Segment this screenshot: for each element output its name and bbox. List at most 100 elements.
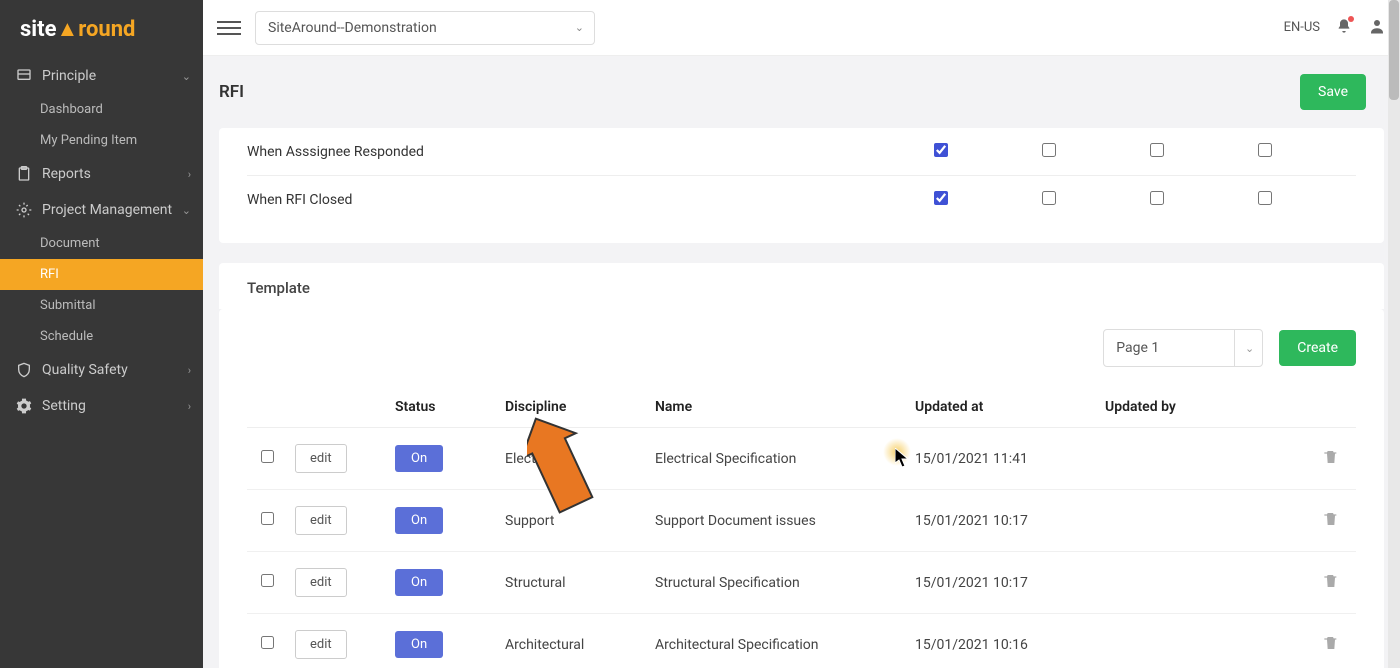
chevron-down-icon: ⌄: [182, 70, 191, 83]
cell-updated-by: [1097, 614, 1306, 668]
cell-updated-by: [1097, 428, 1306, 490]
template-card: Page 1 ⌄ Create Status Discipline Name U…: [219, 309, 1384, 668]
notif-cb-4[interactable]: [1258, 143, 1272, 157]
edit-button[interactable]: edit: [295, 568, 347, 597]
chevron-right-icon: ›: [188, 400, 191, 413]
edit-button[interactable]: edit: [295, 630, 347, 659]
content: When Asssignee Responded When RFI Closed…: [203, 128, 1400, 668]
notification-bell-icon[interactable]: [1336, 18, 1352, 38]
sidebar-item-reports[interactable]: Reports ›: [0, 156, 203, 192]
project-selector[interactable]: SiteAround--Demonstration ⌄: [255, 11, 595, 45]
notif-label: When Asssignee Responded: [247, 144, 887, 160]
page-label: Page 1: [1116, 340, 1159, 356]
notif-cb-1[interactable]: [934, 191, 948, 205]
table-row: editOnStructuralStructural Specification…: [247, 552, 1356, 614]
label: Quality Safety: [42, 362, 128, 378]
delete-button[interactable]: [1306, 552, 1356, 614]
notif-row-rfi-closed: When RFI Closed: [247, 176, 1356, 223]
status-badge: On: [395, 445, 443, 472]
sidebar-item-setting[interactable]: Setting ›: [0, 388, 203, 424]
table-row: edit On ArchitecturalArchitectural Specifi…: [247, 614, 1356, 668]
cell-name: Support Document issues: [647, 490, 907, 552]
cell-discipline: Support: [497, 490, 647, 552]
th-discipline: Discipline: [497, 387, 647, 428]
cell-updated-by: [1097, 552, 1306, 614]
shield-icon: [14, 362, 34, 378]
cell-updated-at: 15/01/2021 10:16: [907, 614, 1097, 668]
row-checkbox[interactable]: [261, 574, 274, 587]
label: Project Management: [42, 202, 172, 218]
cell-name: Structural Specification: [647, 552, 907, 614]
topbar: SiteAround--Demonstration ⌄ EN-US: [203, 0, 1400, 56]
cell-discipline: Architectural: [497, 614, 647, 668]
notif-label: When RFI Closed: [247, 192, 887, 208]
notif-cb-2[interactable]: [1042, 191, 1056, 205]
delete-button[interactable]: [1306, 614, 1356, 668]
user-menu-icon[interactable]: [1368, 17, 1386, 39]
sidebar-sub-dashboard[interactable]: Dashboard: [0, 94, 203, 125]
project-name: SiteAround--Demonstration: [268, 20, 437, 36]
th-updated-at: Updated at: [907, 387, 1097, 428]
language-selector[interactable]: EN-US: [1284, 20, 1320, 35]
th-name: Name: [647, 387, 907, 428]
template-section-title: Template: [219, 263, 1384, 309]
table-row: edit On SupportSupport Document issues15/0…: [247, 490, 1356, 552]
sidebar-sub-schedule[interactable]: Schedule: [0, 321, 203, 352]
notif-cb-3[interactable]: [1150, 191, 1164, 205]
dashboard-icon: [14, 68, 34, 84]
status-badge: On: [395, 631, 443, 658]
template-table: Status Discipline Name Updated at Update…: [247, 387, 1356, 668]
table-row: editOnElectricalElectrical Specification…: [247, 428, 1356, 490]
th-status: Status: [387, 387, 497, 428]
edit-button[interactable]: edit: [295, 444, 347, 473]
scrollbar-track[interactable]: [1388, 0, 1400, 668]
sidebar-sub-document[interactable]: Document: [0, 228, 203, 259]
notification-settings-card: When Asssignee Responded When RFI Closed: [219, 128, 1384, 243]
status-badge: On: [395, 569, 443, 596]
scrollbar-thumb[interactable]: [1389, 0, 1399, 100]
label: Reports: [42, 166, 91, 182]
menu-toggle-icon[interactable]: [217, 16, 241, 40]
gear-icon: [14, 202, 34, 218]
delete-button[interactable]: [1306, 428, 1356, 490]
sidebar-item-quality-safety[interactable]: Quality Safety ›: [0, 352, 203, 388]
chevron-down-icon: ⌄: [575, 21, 584, 34]
clipboard-icon: [14, 166, 34, 182]
cog-icon: [14, 398, 34, 414]
notif-cb-1[interactable]: [934, 143, 948, 157]
notif-row-assignee-responded: When Asssignee Responded: [247, 128, 1356, 176]
chevron-right-icon: ›: [188, 168, 191, 181]
sidebar-sub-pending[interactable]: My Pending Item: [0, 125, 203, 156]
cell-updated-at: 15/01/2021 10:17: [907, 490, 1097, 552]
sidebar-item-principle[interactable]: Principle ⌄: [0, 58, 203, 94]
chevron-down-icon: ⌄: [1234, 330, 1254, 366]
row-checkbox[interactable]: [261, 512, 274, 525]
delete-button[interactable]: [1306, 490, 1356, 552]
chevron-right-icon: ›: [188, 364, 191, 377]
logo-part1: site: [20, 17, 56, 42]
status-badge: On: [395, 507, 443, 534]
notification-dot: [1348, 16, 1354, 22]
logo: site▲round: [0, 0, 203, 58]
edit-button[interactable]: edit: [295, 506, 347, 535]
notif-cb-4[interactable]: [1258, 191, 1272, 205]
create-button[interactable]: Create: [1279, 330, 1356, 366]
save-button[interactable]: Save: [1300, 74, 1366, 110]
logo-part2: round: [78, 17, 135, 42]
cell-updated-at: 15/01/2021 10:17: [907, 552, 1097, 614]
sidebar-sub-rfi[interactable]: RFI: [0, 259, 203, 290]
notif-cb-2[interactable]: [1042, 143, 1056, 157]
label: Principle: [42, 68, 96, 84]
th-updated-by: Updated by: [1097, 387, 1306, 428]
row-checkbox[interactable]: [261, 636, 274, 649]
sidebar-sub-submittal[interactable]: Submittal: [0, 290, 203, 321]
sidebar-item-project-management[interactable]: Project Management ⌄: [0, 192, 203, 228]
sidebar: site▲round Principle ⌄ Dashboard My Pend…: [0, 0, 203, 668]
row-checkbox[interactable]: [261, 450, 274, 463]
notif-cb-3[interactable]: [1150, 143, 1164, 157]
main: SiteAround--Demonstration ⌄ EN-US RFI Sa…: [203, 0, 1400, 668]
page-title: RFI: [219, 82, 244, 102]
cell-name: Architectural Specification: [647, 614, 907, 668]
cell-discipline: Electrical: [497, 428, 647, 490]
page-selector[interactable]: Page 1 ⌄: [1103, 329, 1263, 367]
